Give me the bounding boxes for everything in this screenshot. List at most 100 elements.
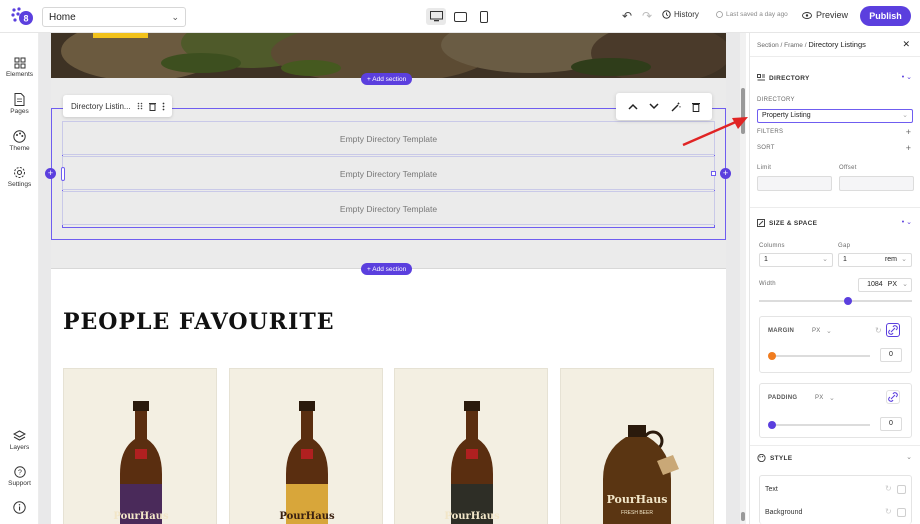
link-values-button[interactable] (886, 390, 900, 404)
style-box: Text ↻ Background ↻ (759, 475, 912, 524)
sidebar-item-label: Settings (7, 181, 32, 188)
clock-icon (716, 11, 723, 18)
move-up-icon[interactable] (628, 103, 638, 110)
add-sort-icon[interactable]: + (906, 143, 911, 153)
info-button[interactable] (0, 501, 39, 516)
breadcrumb-current: Directory Listings (808, 40, 866, 49)
margin-slider-track[interactable] (772, 355, 870, 357)
drag-handle-icon[interactable] (137, 102, 143, 110)
size-space-section-header[interactable]: SIZE & SPACE (757, 219, 817, 227)
undo-icon[interactable]: ↶ (622, 9, 632, 23)
app-logo-icon[interactable]: 8 (10, 6, 34, 26)
gap-unit[interactable]: rem (885, 256, 897, 263)
margin-input[interactable]: 0 (880, 348, 902, 362)
trash-icon[interactable] (148, 102, 156, 111)
sidebar-item-elements[interactable]: Elements (0, 57, 39, 78)
sort-label: SORT (757, 145, 775, 151)
width-slider-track[interactable] (759, 300, 912, 302)
add-section-button-bottom[interactable]: + Add section (361, 263, 413, 275)
growler-brand-label: PourHaus (607, 493, 668, 506)
breadcrumb-item[interactable]: Section (757, 42, 779, 49)
padding-slider-track[interactable] (772, 424, 870, 426)
collapse-chevron-icon[interactable]: • ⌄ (902, 218, 912, 226)
style-section-header[interactable]: STYLE (757, 454, 792, 462)
svg-text:?: ? (18, 470, 22, 477)
margin-unit[interactable]: PX (812, 328, 821, 334)
elements-icon (14, 57, 25, 69)
sidebar-item-theme[interactable]: Theme (0, 130, 39, 152)
hero-image (51, 33, 726, 78)
history-label: History (674, 10, 699, 19)
beer-bottle-image: PourHaus (279, 401, 335, 524)
desktop-view-button[interactable] (426, 8, 446, 25)
columns-select[interactable]: 1 ⌄ (759, 253, 833, 267)
divider (750, 56, 920, 57)
history-button[interactable]: History (662, 10, 699, 19)
resize-handle-left[interactable] (61, 167, 65, 181)
gap-input[interactable]: 1 rem ⌄ (838, 253, 912, 267)
delete-section-icon[interactable] (692, 102, 701, 112)
hero-food-image (51, 33, 726, 78)
product-card[interactable]: PourHaus (229, 368, 383, 524)
chevron-down-icon: ⌄ (171, 12, 179, 22)
offset-input[interactable] (839, 176, 914, 191)
breadcrumb-item[interactable]: Frame (784, 42, 803, 49)
redo-icon[interactable]: ↷ (642, 9, 652, 23)
background-style-toggle[interactable] (897, 508, 906, 517)
sidebar-item-settings[interactable]: Settings (0, 166, 39, 188)
link-values-button[interactable] (886, 323, 900, 337)
chevron-down-icon: ⌄ (902, 281, 908, 288)
more-options-icon[interactable] (162, 102, 165, 111)
list-item[interactable]: Empty Directory Template (62, 191, 715, 225)
preview-button[interactable]: Preview (802, 10, 848, 20)
add-section-button-top[interactable]: + Add section (361, 73, 413, 85)
sidebar-item-pages[interactable]: Pages (0, 93, 39, 115)
resize-handle-right[interactable] (711, 171, 716, 176)
move-down-icon[interactable] (649, 103, 659, 110)
sidebar-item-label: Elements (5, 71, 34, 78)
chevron-down-icon: ⌄ (829, 395, 835, 402)
publish-button[interactable]: Publish (860, 6, 911, 26)
sidebar-item-support[interactable]: ? Support (0, 466, 39, 487)
style-heading: STYLE (770, 454, 793, 462)
width-input[interactable]: 1084 PX ⌄ (858, 278, 912, 292)
product-card[interactable]: PourHaus FRESH BEER (560, 368, 714, 524)
add-right-icon[interactable]: + (720, 168, 731, 179)
margin-slider-handle[interactable] (768, 352, 776, 360)
text-style-toggle[interactable] (897, 485, 906, 494)
close-icon[interactable]: ✕ (902, 39, 910, 50)
reset-icon[interactable]: ↻ (875, 326, 882, 335)
style-palette-icon (757, 454, 766, 462)
canvas-scrollbar-thumb-secondary[interactable] (741, 512, 745, 521)
reset-icon[interactable]: ↻ (885, 507, 892, 516)
list-item[interactable]: Empty Directory Template (62, 121, 715, 155)
add-filter-icon[interactable]: + (906, 127, 911, 137)
limit-input[interactable] (757, 176, 832, 191)
padding-input[interactable]: 0 (880, 417, 902, 431)
mobile-view-button[interactable] (474, 8, 494, 25)
chevron-down-icon: ⌄ (826, 328, 832, 335)
gap-value: 1 (843, 256, 847, 263)
element-toolbar-label: Directory Listin... (71, 101, 131, 111)
directory-section-header[interactable]: DIRECTORY (757, 74, 810, 82)
product-card[interactable]: PourHaus (63, 368, 217, 524)
list-item[interactable]: Empty Directory Template (62, 156, 715, 190)
width-slider-handle[interactable] (843, 297, 852, 305)
padding-unit[interactable]: PX (815, 395, 824, 401)
padding-slider-handle[interactable] (768, 421, 776, 429)
tablet-view-button[interactable] (450, 8, 470, 25)
sidebar-item-label: Theme (9, 145, 30, 152)
product-card[interactable]: PourHaus (394, 368, 548, 524)
magic-wand-icon[interactable] (671, 102, 681, 112)
growler-image: PourHaus FRESH BEER (603, 425, 679, 524)
collapse-chevron-icon[interactable]: ⌄ (906, 453, 912, 461)
divider (750, 445, 920, 446)
width-unit[interactable]: PX (888, 281, 897, 288)
sidebar-item-layers[interactable]: Layers (0, 430, 39, 451)
add-left-icon[interactable]: + (45, 168, 56, 179)
collapse-chevron-icon[interactable]: • ⌄ (902, 73, 912, 81)
pages-icon (14, 93, 25, 106)
directory-select[interactable]: Property Listing ⌄ (757, 109, 913, 123)
page-select[interactable]: Home ⌄ (42, 7, 186, 27)
reset-icon[interactable]: ↻ (885, 484, 892, 493)
